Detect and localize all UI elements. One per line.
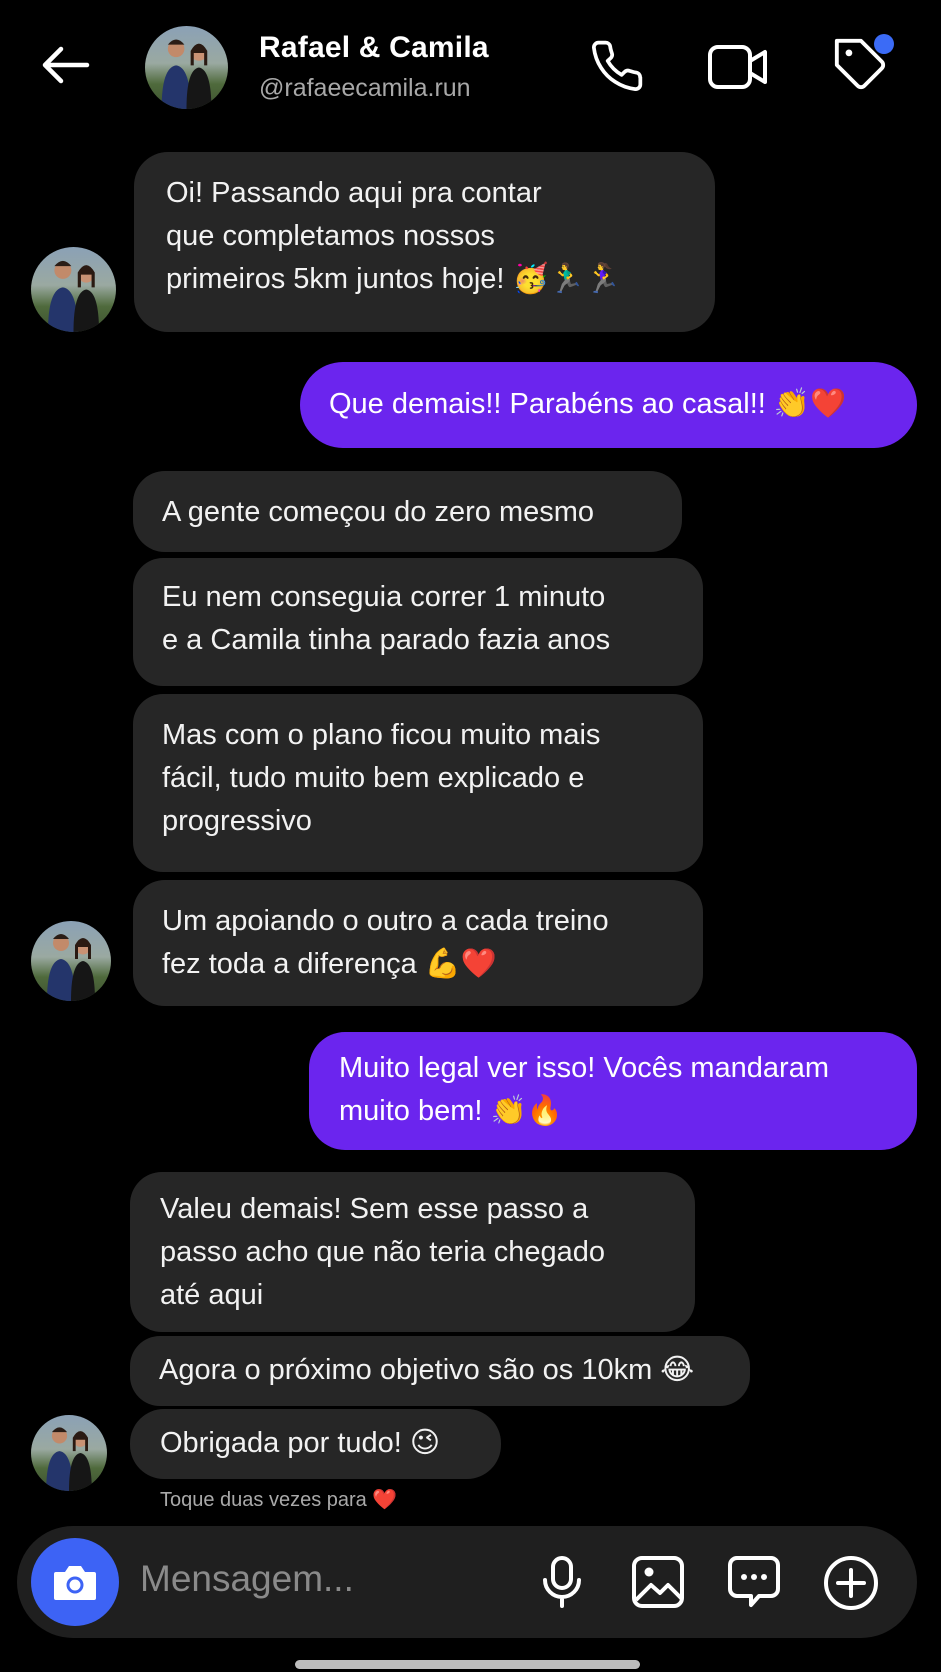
- contact-handle: @rafaeecamila.run: [259, 74, 471, 102]
- couple-photo: [48, 260, 99, 332]
- message-bubble-incoming[interactable]: A gente começou do zero mesmo: [133, 471, 682, 552]
- message-input[interactable]: Mensagem...: [140, 1558, 354, 1600]
- contact-name: Rafael & Camila: [259, 31, 489, 64]
- camera-icon: [54, 1566, 96, 1600]
- sender-avatar[interactable]: [31, 247, 116, 332]
- hint-text: Toque duas vezes para: [160, 1489, 367, 1511]
- message-bubble-incoming[interactable]: Mas com o plano ficou muito mais fácil, …: [133, 694, 703, 872]
- double-tap-hint: Toque duas vezes para ❤️: [160, 1487, 397, 1512]
- arrow-left-icon: [42, 46, 90, 84]
- couple-photo: [161, 39, 212, 109]
- plus-circle-icon: [824, 1556, 878, 1610]
- notification-badge: [874, 34, 894, 54]
- message-bubble-incoming[interactable]: Obrigada por tudo! 😉: [130, 1409, 501, 1479]
- camera-button[interactable]: [31, 1538, 119, 1626]
- couple-photo: [47, 934, 95, 1001]
- video-camera-icon: [708, 45, 767, 89]
- message-bubble-outgoing[interactable]: Muito legal ver isso! Vocês mandaram mui…: [309, 1032, 917, 1150]
- mic-button[interactable]: [532, 1552, 592, 1612]
- video-call-button[interactable]: [706, 38, 770, 96]
- microphone-icon: [543, 1556, 581, 1608]
- sticker-button[interactable]: [724, 1551, 784, 1611]
- message-bubble-incoming[interactable]: Eu nem conseguia correr 1 minuto e a Cam…: [133, 558, 703, 686]
- back-button[interactable]: [34, 40, 96, 90]
- heart-icon: ❤️: [372, 1489, 398, 1511]
- sender-avatar[interactable]: [31, 921, 111, 1001]
- image-icon: [632, 1556, 684, 1608]
- message-bubble-incoming[interactable]: Agora o próximo objetivo são os 10km 😂: [130, 1336, 750, 1406]
- chat-bubble-dots-icon: [728, 1556, 780, 1607]
- message-bubble-outgoing[interactable]: Que demais!! Parabéns ao casal!! 👏❤️: [300, 362, 917, 448]
- gallery-button[interactable]: [628, 1552, 688, 1612]
- message-bubble-incoming[interactable]: Oi! Passando aqui pra contar que complet…: [134, 152, 715, 332]
- phone-icon: [592, 40, 643, 91]
- header-avatar[interactable]: [145, 26, 228, 109]
- couple-photo: [46, 1427, 92, 1491]
- home-indicator: [295, 1660, 640, 1669]
- more-button[interactable]: [820, 1552, 882, 1614]
- message-bubble-incoming[interactable]: Um apoiando o outro a cada treino fez to…: [133, 880, 703, 1006]
- message-bubble-incoming[interactable]: Valeu demais! Sem esse passo a passo ach…: [130, 1172, 695, 1332]
- sender-avatar[interactable]: [31, 1415, 107, 1491]
- call-button[interactable]: [585, 36, 649, 96]
